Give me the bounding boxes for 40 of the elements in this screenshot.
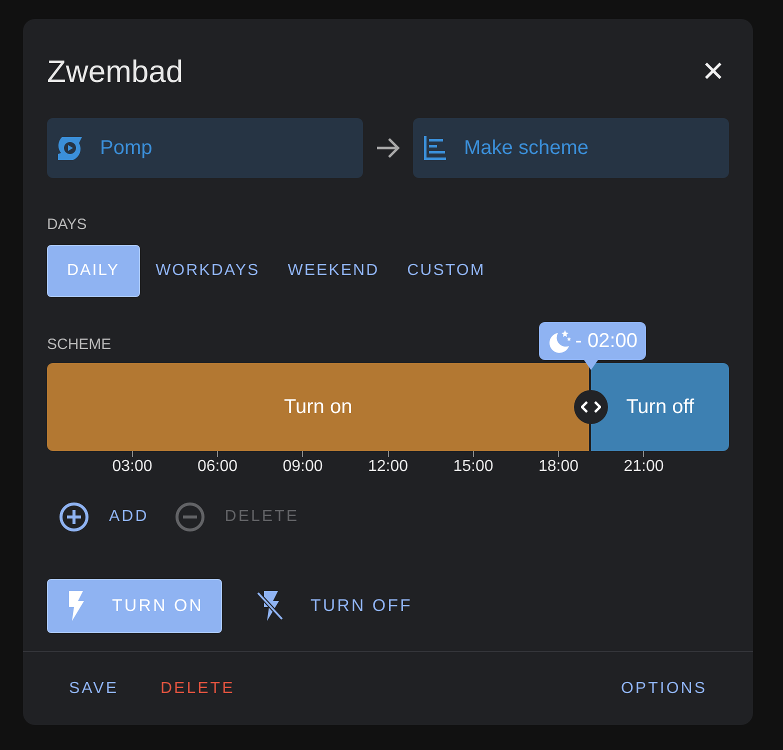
chevrons-icon [581,400,602,412]
moon-icon [547,328,574,354]
tick-label: 15:00 [453,456,494,476]
tick-mark [302,450,304,456]
arrow-icon [375,137,401,159]
lightning-off-icon [256,590,284,622]
turn-off-button[interactable]: TURN OFF [238,578,430,632]
options-button[interactable]: OPTIONS [606,668,721,708]
save-button[interactable]: SAVE [55,668,132,708]
time-slot[interactable]: Turn off [591,362,729,450]
tick-mark [132,450,133,456]
delete-button[interactable]: DELETE [146,668,249,708]
tick-label: 18:00 [538,456,579,476]
day-tab[interactable]: WEEKEND [276,244,392,296]
section-label: DAYS [47,215,88,235]
time-slot[interactable]: Turn on [47,362,592,450]
section-label: SCHEME [47,334,112,354]
tick-label: 06:00 [197,456,238,476]
dialog-title: Zwembad [47,53,184,91]
tick-label: 21:00 [624,456,664,476]
tick-mark [217,450,218,456]
tick-label: 12:00 [368,456,408,476]
minus-circle-icon [174,502,205,532]
breadcrumb-button[interactable]: Make scheme [413,118,729,178]
tick-mark [643,450,644,456]
tick-mark [558,450,559,456]
time-tooltip: - 02:00 [539,322,646,360]
tick-label: 03:00 [112,456,152,476]
tick-label: 09:00 [282,456,323,476]
close-button[interactable]: ✕ [697,56,729,88]
day-tab[interactable]: WORKDAYS [144,244,272,296]
tick-mark [472,450,474,456]
breadcrumb-button[interactable]: Pomp [47,118,363,178]
chart-icon [422,135,448,161]
add-button[interactable]: ADD [59,494,161,538]
lightning-icon [66,590,86,622]
pump-icon [56,135,84,161]
tooltip-pointer [584,360,598,370]
day-tab[interactable]: CUSTOM [395,244,498,296]
plus-circle-icon [59,502,89,532]
